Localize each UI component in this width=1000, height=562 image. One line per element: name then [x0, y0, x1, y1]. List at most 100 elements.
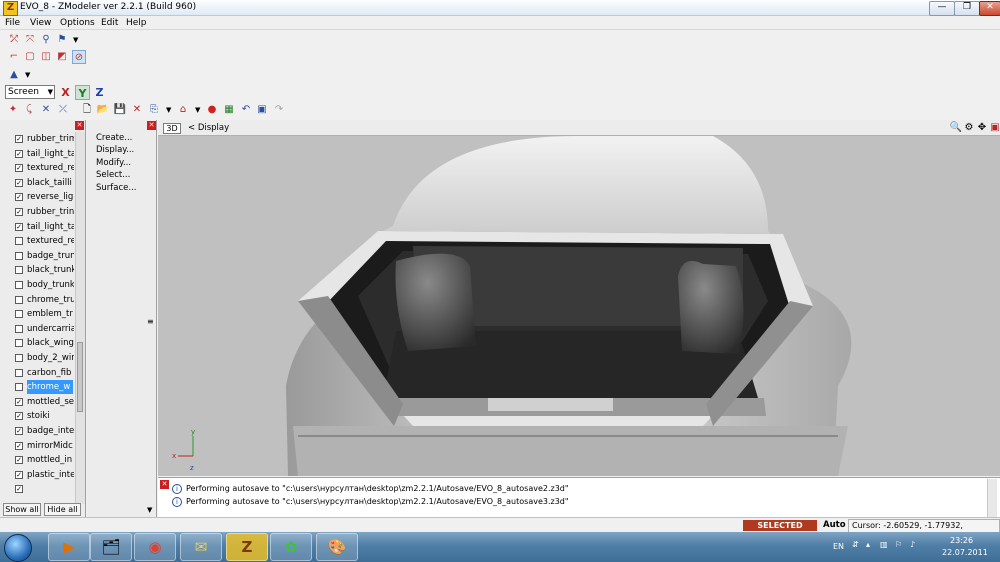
pan-icon[interactable]: ✥ [975, 121, 989, 135]
cube-selected-icon[interactable]: ⊘ [72, 50, 86, 64]
save-icon[interactable]: 💾 [113, 103, 127, 117]
visibility-checkbox[interactable]: ✓ [15, 164, 23, 173]
texture-icon[interactable]: ▣ [255, 103, 269, 117]
render-icon[interactable]: ⌂ [176, 103, 190, 117]
3d-viewport[interactable]: y x z [158, 136, 1000, 476]
visibility-checkbox[interactable]: ✓ [15, 441, 23, 450]
minimize-button[interactable]: — [929, 1, 955, 16]
list-item[interactable]: body_2_win [0, 351, 74, 365]
list-item[interactable]: ✓ mottled_se [0, 395, 74, 409]
select-vertex-icon[interactable]: ⤱ [7, 33, 21, 47]
command-modify[interactable]: Modify... [96, 158, 131, 168]
list-item[interactable]: ✓ mirrorMidc [0, 439, 74, 453]
volume-icon[interactable]: ♪ [910, 540, 915, 549]
list-item[interactable]: emblem_tr [0, 307, 74, 321]
visibility-checkbox[interactable] [15, 368, 23, 377]
visibility-checkbox[interactable]: ✓ [15, 397, 23, 406]
visibility-checkbox[interactable]: ✓ [15, 135, 23, 143]
tray-chevron-icon[interactable]: ▴ [866, 540, 870, 549]
coordinate-system-select[interactable]: Screen ▼ [5, 85, 55, 99]
list-item[interactable]: ✓ [0, 482, 74, 496]
chevron-down-icon[interactable]: ▼ [147, 506, 152, 514]
visibility-checkbox[interactable]: ✓ [15, 427, 23, 435]
close-icon[interactable]: ✕ [147, 121, 156, 130]
list-item[interactable]: chrome_tru [0, 293, 74, 307]
redo-icon[interactable]: ↷ [272, 103, 286, 117]
command-create[interactable]: Create... [96, 133, 132, 143]
list-item[interactable]: textured_re [0, 234, 74, 248]
clock-time[interactable]: 23:26 [950, 536, 973, 545]
visibility-checkbox[interactable]: ✓ [15, 193, 23, 202]
list-item[interactable]: ✓ textured_re [0, 161, 74, 175]
command-surface[interactable]: Surface... [96, 183, 137, 193]
paint-icon[interactable]: 🎨 [316, 533, 358, 561]
explorer-icon[interactable]: 🗂 [90, 533, 132, 561]
tray-arrows-icon[interactable]: ⇵ [852, 540, 859, 549]
new-file-icon[interactable]: 🗋 [80, 103, 94, 117]
list-item[interactable]: ✓ rubber_trin [0, 205, 74, 219]
close-button[interactable]: ✕ [979, 1, 1000, 16]
list-item[interactable]: ✓ tail_light_ta [0, 220, 74, 234]
cube-icon[interactable]: ▢ [23, 50, 37, 64]
visibility-checkbox[interactable]: ✓ [15, 178, 23, 187]
zmodeler-icon[interactable]: Z [226, 533, 268, 561]
zoom-icon[interactable]: 🔍 [949, 121, 963, 135]
list-item[interactable]: carbon_fib [0, 366, 74, 380]
visibility-checkbox[interactable] [15, 383, 23, 392]
list-item[interactable]: ✓ rubber_trim [0, 132, 74, 146]
cube-frame-icon[interactable]: ◫ [39, 50, 53, 64]
list-item[interactable]: black_wing [0, 336, 74, 350]
flag-icon[interactable]: ⚐ [895, 540, 902, 549]
select-edge-icon[interactable]: ⤧ [23, 33, 37, 47]
list-item[interactable]: ✓ plastic_inte [0, 468, 74, 482]
icq-icon[interactable]: ✿ [270, 533, 312, 561]
axis-y-toggle[interactable]: Y [75, 85, 90, 100]
visibility-checkbox[interactable]: ✓ [15, 208, 23, 216]
chevron-down-icon[interactable]: ▼ [25, 68, 30, 82]
command-select[interactable]: Select... [96, 170, 130, 180]
menu-file[interactable]: File [5, 18, 20, 28]
visibility-checkbox[interactable] [15, 339, 23, 348]
visibility-checkbox[interactable] [15, 251, 23, 260]
list-item[interactable]: chrome_w [0, 380, 74, 395]
close-icon[interactable]: ✕ [160, 480, 169, 489]
axes-icon[interactable]: ✕ [39, 103, 53, 117]
settings-icon[interactable]: ⚙ [962, 121, 976, 135]
list-item[interactable]: ✓ mottled_in [0, 453, 74, 467]
start-button[interactable] [4, 534, 32, 562]
list-item[interactable]: body_trunk [0, 278, 74, 292]
maximize-viewport-icon[interactable]: ▣ [988, 121, 1000, 135]
visibility-checkbox[interactable] [15, 266, 23, 275]
list-item[interactable]: ✓ black_tailli [0, 176, 74, 190]
list-item[interactable]: black_trunk [0, 263, 74, 277]
list-item[interactable]: ✓ stoiki [0, 409, 74, 423]
visibility-checkbox[interactable] [15, 295, 23, 304]
visibility-checkbox[interactable]: ✓ [15, 485, 23, 494]
drop-icon[interactable]: ▲ [7, 68, 21, 82]
record-icon[interactable]: ● [205, 103, 219, 117]
viewport-type-tag[interactable]: 3D [163, 123, 181, 134]
show-all-button[interactable]: Show all [3, 503, 41, 516]
menu-help[interactable]: Help [126, 18, 147, 28]
chevron-down-icon[interactable]: ▼ [73, 33, 78, 47]
clock-date[interactable]: 22.07.2011 [942, 548, 988, 557]
axis-x-toggle[interactable]: X [58, 85, 73, 100]
chevron-down-icon[interactable]: ▼ [195, 103, 200, 117]
objects-scrollbar[interactable] [75, 132, 85, 504]
select-person-icon[interactable]: ⚲ [39, 33, 53, 47]
import-icon[interactable]: ⎘ [147, 103, 161, 117]
undo-icon[interactable]: ↶ [239, 103, 253, 117]
maximize-button[interactable]: ❐ [954, 1, 980, 16]
visibility-checkbox[interactable]: ✓ [15, 412, 23, 421]
chevron-down-icon[interactable]: ▼ [166, 103, 171, 117]
visibility-checkbox[interactable]: ✓ [15, 470, 23, 479]
auto-mode-label[interactable]: Auto [823, 520, 846, 530]
hide-all-button[interactable]: Hide all [44, 503, 81, 516]
material-editor-icon[interactable]: ▦ [222, 103, 236, 117]
list-item[interactable]: ✓ reverse_ligh [0, 190, 74, 204]
viewport-title[interactable]: < Display [188, 123, 229, 133]
menu-view[interactable]: View [30, 18, 51, 28]
scrollbar-thumb[interactable] [77, 342, 83, 412]
visibility-checkbox[interactable]: ✓ [15, 149, 23, 158]
visibility-checkbox[interactable] [15, 354, 23, 362]
